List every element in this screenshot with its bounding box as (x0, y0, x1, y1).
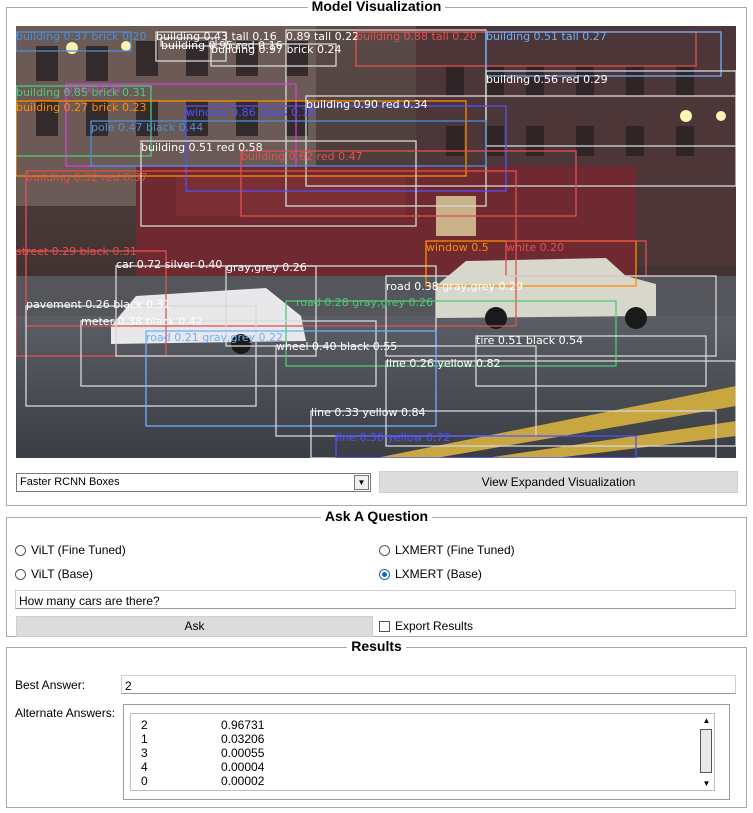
detection-label: pavement 0.26 black 0.31 (26, 298, 170, 311)
list-item[interactable]: 1 0.03206 (141, 732, 264, 746)
alternate-answers-list[interactable]: 2 0.96731 1 0.03206 3 0.00055 4 0.00004 0 0.0… (123, 704, 730, 800)
detection-label: building 0.62 red 0.47 (241, 150, 363, 163)
visualization-mode-value: Faster RCNN Boxes (20, 476, 120, 488)
best-answer-label: Best Answer: (15, 678, 86, 692)
best-answer-field[interactable]: 2 (121, 675, 736, 694)
ask-question-title: Ask A Question (320, 508, 433, 524)
detection-label: road 0.38 gray,grey 0.29 (386, 280, 523, 293)
detection-label: road 0.21 gray,grey 0.22 (146, 331, 283, 344)
question-input[interactable]: How many cars are there? (15, 590, 736, 609)
detection-label: car 0.72 silver 0.40 (116, 258, 222, 271)
detection-label: wheel 0.40 black 0.55 (276, 340, 397, 353)
model-visualization-panel: Model Visualization building 0.37 brick … (6, 0, 747, 506)
model-visualization-title: Model Visualization (307, 0, 446, 14)
radio-vilt-fine-tuned[interactable]: ViLT (Fine Tuned) (15, 543, 126, 557)
detection-label: line 0.26 yellow 0.82 (386, 357, 500, 370)
checkbox-icon[interactable] (379, 620, 390, 632)
visualization-mode-select[interactable]: Faster RCNN Boxes ▼ (16, 473, 371, 492)
detection-label: line 0.33 yellow 0.84 (311, 406, 425, 419)
detection-label: meter 0.38 black 0.42 (81, 315, 203, 328)
detection-label: building 0.85 brick 0.31 (16, 86, 147, 99)
list-item[interactable]: 3 0.00055 (141, 746, 264, 760)
radio-lxmert-base[interactable]: LXMERT (Base) (379, 567, 482, 581)
detection-label: 0.89 tall 0.22 (286, 30, 359, 43)
street-scene-image: building 0.37 brick 0.20 building 0.43 ta… (16, 26, 736, 458)
detection-label: building 0.97 brick 0.24 (211, 43, 342, 56)
radio-icon[interactable] (15, 544, 26, 556)
list-item[interactable]: 4 0.00004 (141, 760, 264, 774)
alternate-answers-label: Alternate Answers: (15, 706, 116, 720)
radio-icon[interactable] (379, 544, 390, 556)
detection-label: tire 0.51 black 0.54 (476, 334, 583, 347)
detection-label: building 0.51 tall 0.27 (486, 30, 607, 43)
detection-label: building 0.27 brick 0.23 (16, 101, 147, 114)
detection-label: window 0.5 (426, 241, 489, 254)
scroll-up-icon[interactable]: ▲ (699, 714, 714, 727)
detection-label: building 0.90 red 0.34 (306, 98, 428, 111)
scroll-down-icon[interactable]: ▼ (699, 777, 714, 790)
results-title: Results (347, 638, 406, 654)
detection-label: building 0.88 tall 0.20 (356, 30, 477, 43)
chevron-down-icon[interactable]: ▼ (354, 475, 369, 490)
detection-label: line 0.36 yellow 0.72 (336, 431, 450, 444)
scrollbar[interactable]: ▲ ▼ (699, 714, 714, 790)
detection-label: gray,grey 0.26 (226, 261, 307, 274)
detection-label: street 0.29 black 0.31 (16, 245, 137, 258)
radio-vilt-base[interactable]: ViLT (Base) (15, 567, 93, 581)
list-item[interactable]: 0 0.00002 (141, 774, 264, 788)
scroll-thumb[interactable] (700, 729, 712, 773)
view-expanded-visualization-button[interactable]: View Expanded Visualization (379, 471, 738, 493)
radio-icon[interactable] (15, 568, 26, 580)
detection-label: building 0.37 brick 0.20 (16, 30, 147, 43)
detection-label: window 0.86 glass 0.18 (186, 106, 315, 119)
list-item[interactable]: 2 0.96731 (141, 718, 264, 732)
radio-selected-icon[interactable] (379, 568, 390, 580)
detection-label: building 0.56 red 0.29 (486, 73, 608, 86)
ask-question-panel: Ask A Question ViLT (Fine Tuned) LXMERT … (6, 508, 747, 637)
detection-label: white 0.20 (506, 241, 564, 254)
results-panel: Results Best Answer: 2 Alternate Answers… (6, 638, 747, 808)
detection-label: road 0.28 gray,grey 0.26 (296, 296, 433, 309)
detection-label: building 0.32 red 0.37 (26, 171, 148, 184)
detection-image: building 0.37 brick 0.20 building 0.43 ta… (16, 26, 736, 458)
export-results-checkbox[interactable]: Export Results (379, 619, 473, 633)
detection-label: pole 0.47 black 0.44 (91, 121, 203, 134)
radio-lxmert-fine-tuned[interactable]: LXMERT (Fine Tuned) (379, 543, 515, 557)
ask-button[interactable]: Ask (16, 616, 373, 637)
